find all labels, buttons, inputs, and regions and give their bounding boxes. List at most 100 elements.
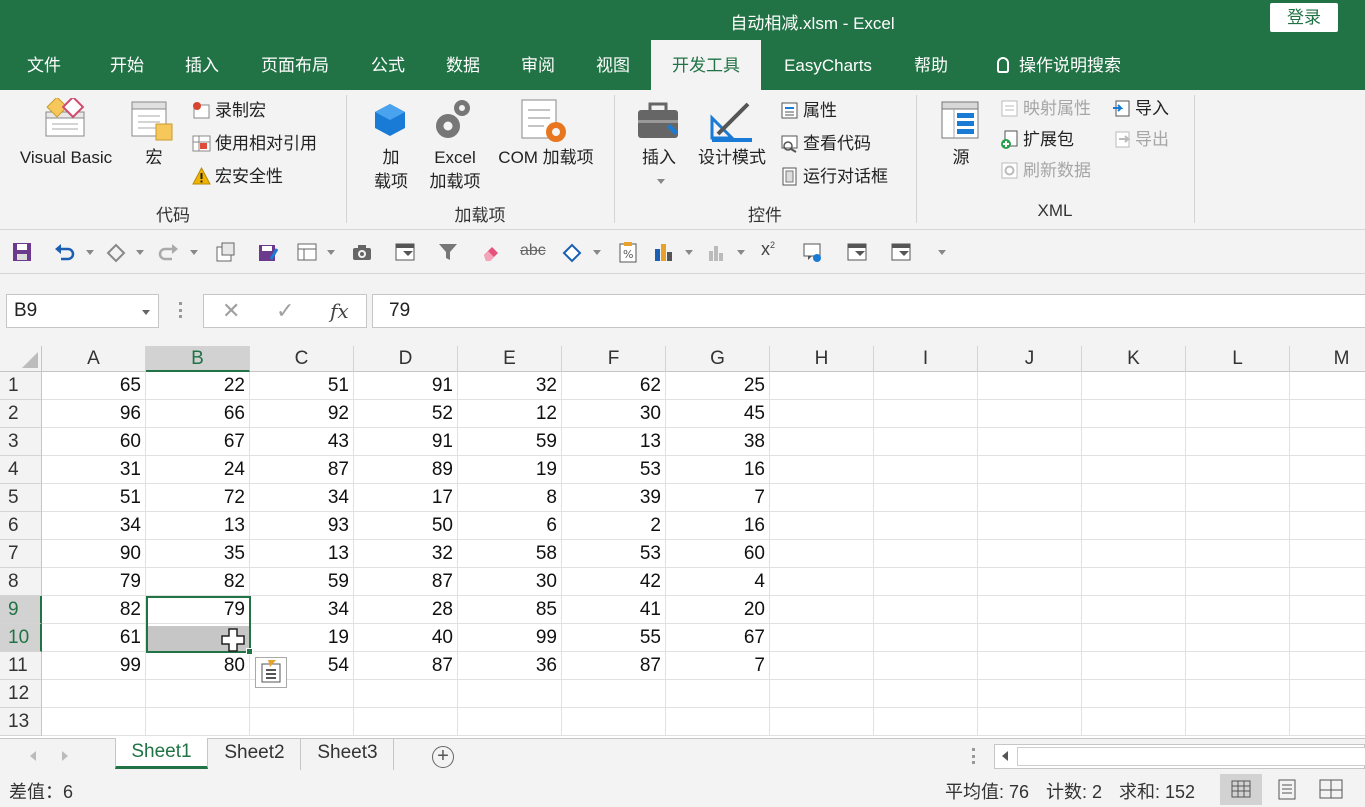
cell[interactable] (1082, 652, 1186, 680)
refresh-data-button[interactable]: 刷新数据 (1000, 159, 1091, 183)
cell[interactable]: 91 (354, 372, 458, 400)
cell[interactable]: 85 (458, 596, 562, 624)
tell-me-search[interactable]: 操作说明搜索 (984, 40, 1134, 90)
cell[interactable] (1082, 456, 1186, 484)
cell[interactable] (1290, 540, 1365, 568)
cell[interactable]: 39 (562, 484, 666, 512)
row-header[interactable]: 11 (0, 652, 42, 680)
cell[interactable]: 60 (42, 428, 146, 456)
insert-control-button[interactable]: 插入 (636, 146, 682, 170)
cell[interactable]: 20 (666, 596, 770, 624)
cell[interactable] (874, 456, 978, 484)
cell[interactable] (1186, 680, 1290, 708)
cell[interactable]: 40 (354, 624, 458, 652)
row-header[interactable]: 10 (0, 624, 42, 652)
cell[interactable]: 30 (458, 568, 562, 596)
cell[interactable] (770, 568, 874, 596)
cell[interactable]: 87 (562, 652, 666, 680)
cell[interactable] (1290, 400, 1365, 428)
cell[interactable] (978, 652, 1082, 680)
cell[interactable] (1290, 512, 1365, 540)
cell[interactable]: 30 (562, 400, 666, 428)
cell[interactable] (250, 708, 354, 736)
row-header[interactable]: 12 (0, 680, 42, 708)
row-header[interactable]: 3 (0, 428, 42, 456)
tab-formulas[interactable]: 公式 (357, 40, 419, 90)
cell[interactable] (978, 456, 1082, 484)
run-dialog-button[interactable]: 运行对话框 (780, 165, 888, 189)
cell[interactable]: 25 (666, 372, 770, 400)
cell[interactable]: 52 (354, 400, 458, 428)
cell[interactable] (978, 484, 1082, 512)
comment-icon[interactable] (802, 241, 824, 263)
tab-developer[interactable]: 开发工具 (651, 40, 761, 90)
cell[interactable]: 17 (354, 484, 458, 512)
cell[interactable]: 41 (562, 596, 666, 624)
cell[interactable]: 13 (562, 428, 666, 456)
table-filter-2-icon[interactable] (846, 241, 868, 263)
cell[interactable]: 45 (666, 400, 770, 428)
cell[interactable] (978, 540, 1082, 568)
cell[interactable] (1082, 484, 1186, 512)
cell[interactable]: 35 (146, 540, 250, 568)
tab-home[interactable]: 开始 (92, 40, 162, 90)
cell[interactable]: 42 (562, 568, 666, 596)
superscript-icon[interactable]: x2 (761, 239, 783, 261)
cell[interactable]: 82 (42, 596, 146, 624)
cell[interactable]: 61 (42, 624, 146, 652)
eraser-icon[interactable] (480, 241, 502, 263)
customize-toolbar-icon[interactable] (938, 250, 946, 255)
cell[interactable] (666, 708, 770, 736)
cell[interactable] (770, 680, 874, 708)
cell[interactable] (1082, 568, 1186, 596)
properties-button[interactable]: 属性 (780, 99, 837, 123)
cell[interactable]: 55 (562, 624, 666, 652)
tab-insert[interactable]: 插入 (167, 40, 237, 90)
cell[interactable]: 16 (666, 456, 770, 484)
sheet-next-icon[interactable] (62, 751, 68, 761)
cell[interactable]: 8 (458, 484, 562, 512)
cell[interactable] (874, 540, 978, 568)
cell[interactable]: 67 (666, 624, 770, 652)
table-filter-icon[interactable] (394, 241, 416, 263)
cell[interactable] (1290, 568, 1365, 596)
cell[interactable] (1082, 540, 1186, 568)
xml-source-button[interactable]: 源 (946, 146, 976, 170)
column-header-d[interactable]: D (354, 346, 458, 372)
name-box-dropdown-icon[interactable] (142, 310, 150, 315)
cell[interactable]: 24 (146, 456, 250, 484)
tab-data[interactable]: 数据 (432, 40, 494, 90)
cell[interactable]: 96 (42, 400, 146, 428)
cell[interactable]: 12 (458, 400, 562, 428)
cell[interactable]: 16 (666, 512, 770, 540)
cell[interactable] (1082, 428, 1186, 456)
quick-analysis-icon[interactable] (255, 657, 287, 688)
form-icon[interactable] (296, 241, 318, 263)
cell[interactable] (978, 680, 1082, 708)
cell[interactable] (1082, 624, 1186, 652)
cell[interactable]: 2 (562, 512, 666, 540)
cell[interactable] (770, 512, 874, 540)
cell[interactable]: 87 (250, 456, 354, 484)
cell[interactable] (1290, 596, 1365, 624)
cell[interactable] (1186, 372, 1290, 400)
formula-bar-splitter[interactable] (179, 302, 182, 318)
cell[interactable] (1186, 400, 1290, 428)
save-as-icon[interactable] (257, 241, 279, 263)
cell[interactable]: 87 (354, 652, 458, 680)
undo-icon[interactable] (53, 241, 75, 263)
cell[interactable]: 99 (42, 652, 146, 680)
cell[interactable] (978, 568, 1082, 596)
excel-addins-button[interactable]: Excel 加载项 (424, 146, 486, 194)
cell[interactable]: 62 (562, 372, 666, 400)
cell[interactable] (1290, 372, 1365, 400)
eraser-format-icon[interactable] (104, 241, 126, 263)
cell[interactable]: 34 (42, 512, 146, 540)
tab-splitter[interactable] (972, 748, 975, 764)
tab-review[interactable]: 审阅 (507, 40, 569, 90)
cell[interactable]: 28 (354, 596, 458, 624)
cell[interactable]: 80 (146, 652, 250, 680)
cell[interactable]: 99 (458, 624, 562, 652)
cancel-icon[interactable]: ✕ (222, 298, 240, 324)
horizontal-scrollbar[interactable] (994, 744, 1365, 769)
